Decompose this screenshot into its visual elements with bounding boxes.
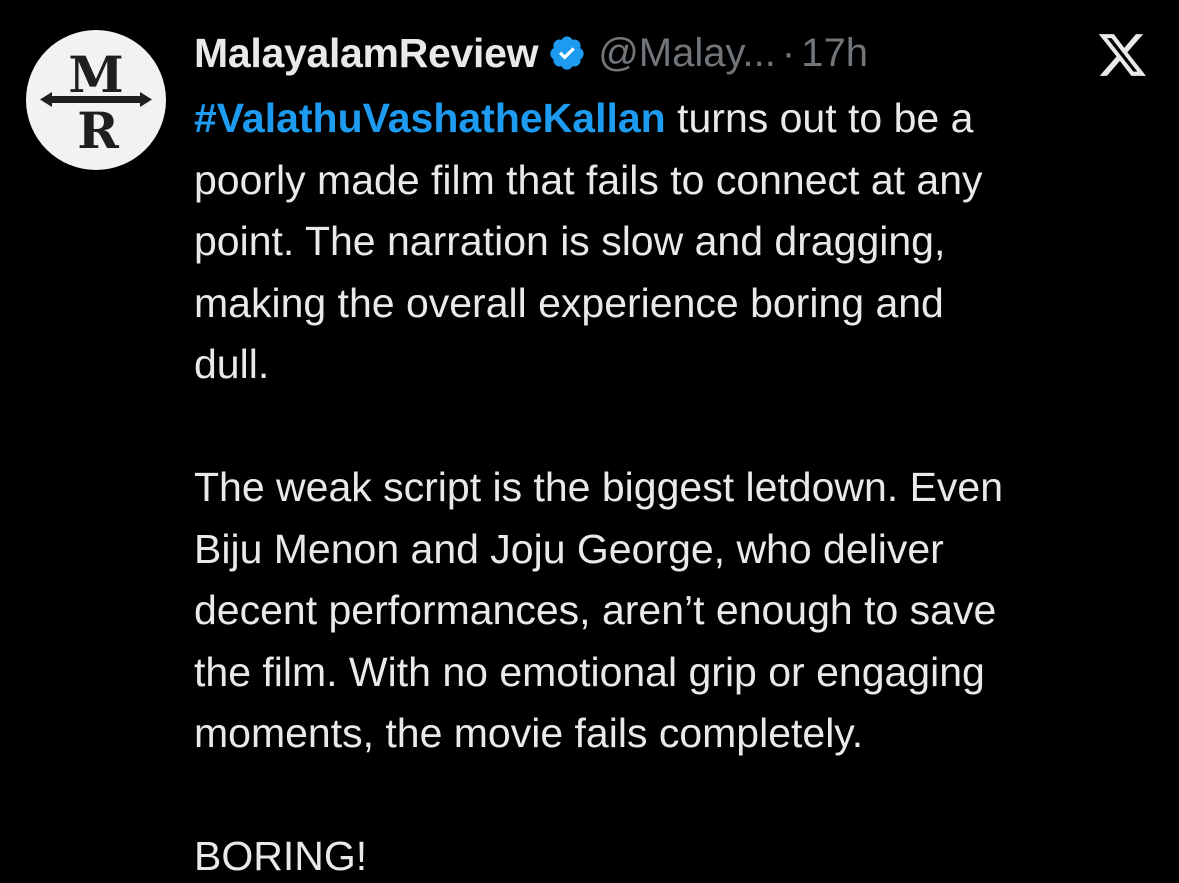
tweet-line: decent performances, aren’t enough to sa… xyxy=(194,587,997,633)
tweet-line-text: turns out to be a xyxy=(665,95,974,141)
timestamp[interactable]: 17h xyxy=(801,31,868,76)
tweet-text: #ValathuVashatheKallan turns out to be a… xyxy=(194,88,1154,883)
svg-text:M: M xyxy=(68,45,123,104)
svg-text:R: R xyxy=(77,101,119,160)
tweet-line: poorly made film that fails to connect a… xyxy=(194,156,983,203)
separator-dot: · xyxy=(781,30,796,75)
tweet-line: BORING! xyxy=(194,833,368,879)
tweet-line: Biju Menon and Joju George, who deliver xyxy=(194,525,944,572)
tweet-line: dull. xyxy=(194,341,270,387)
mr-monogram-avatar: M R xyxy=(40,45,152,160)
hashtag-link[interactable]: #ValathuVashatheKallan xyxy=(194,95,666,141)
avatar[interactable]: M R xyxy=(26,30,166,170)
display-name[interactable]: MalayalamReview xyxy=(194,30,539,77)
tweet[interactable]: M R MalayalamReview @Malay... · 17h #Val… xyxy=(0,0,1179,883)
verified-badge-icon xyxy=(548,34,586,72)
tweet-line: the film. With no emotional grip or enga… xyxy=(194,648,985,695)
tweet-line: making the overall experience boring and xyxy=(194,279,944,326)
tweet-line: point. The narration is slow and draggin… xyxy=(194,218,946,264)
tweet-line: The weak script is the biggest letdown. … xyxy=(194,464,1004,510)
tweet-line: #ValathuVashatheKallan turns out to be a xyxy=(194,88,1154,150)
x-logo-icon[interactable] xyxy=(1098,34,1148,76)
handle[interactable]: @Malay... xyxy=(598,31,776,76)
tweet-header: MalayalamReview @Malay... · 17h xyxy=(194,28,868,78)
tweet-line: moments, the movie fails completely. xyxy=(194,710,864,756)
